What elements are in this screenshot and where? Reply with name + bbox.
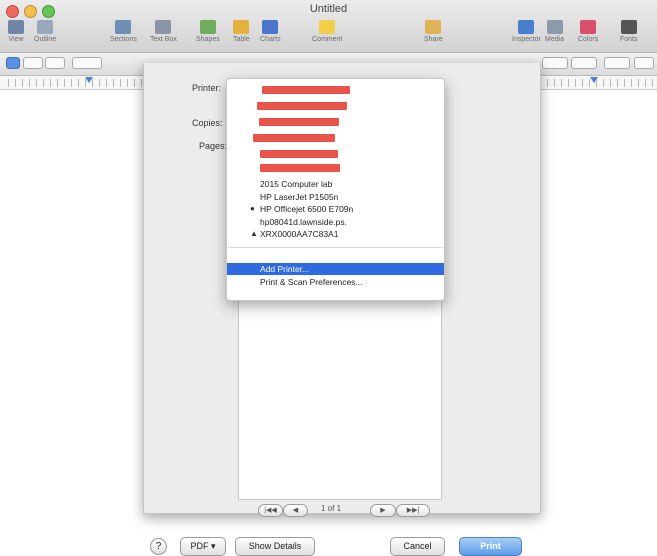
format-popup-right-4[interactable] [634,57,654,69]
comment-icon [319,20,336,34]
table-icon [233,20,250,34]
toolbar-button-view[interactable]: View [8,20,24,43]
printer-warning-icon: ▲ [250,229,258,238]
format-popup-right-3[interactable] [604,57,630,69]
fonts-icon [620,20,637,34]
show-details-button[interactable]: Show Details [235,537,315,556]
printer-menu-item[interactable]: ▲ XRX0000AA7C83A1 [227,228,444,240]
window-titlebar: Untitled View Outline Sections Text Box Shap… [0,0,657,53]
copies-label: Copies: [192,118,223,128]
toolbar-button-shapes[interactable]: Shapes [196,20,220,43]
printer-label: Printer: [192,83,222,93]
help-button[interactable]: ? [150,538,167,555]
toolbar-button-colors[interactable]: Colors [578,20,598,43]
view-icon [8,20,24,34]
toolbar-button-comment[interactable]: Comment [312,20,342,43]
toolbar-button-media[interactable]: Media [545,20,564,43]
toolbar-button-inspector[interactable]: Inspector [512,20,541,43]
font-popup[interactable] [72,57,102,69]
cancel-button[interactable]: Cancel [390,537,445,556]
charts-icon [262,20,279,34]
printer-popup-menu: 2015 Computer lab HP LaserJet P1505n ● HP O… [226,78,445,301]
left-margin-marker[interactable] [85,77,93,83]
window-title: Untitled [309,3,348,15]
share-icon [425,20,442,34]
menu-item-label: Add Printer... [260,264,310,274]
last-page-button[interactable]: ▶▶| [396,504,430,517]
redacted-printer-item[interactable] [259,118,339,126]
toolbar-label: Outline [34,36,57,43]
printer-menu-item[interactable]: hp08041d.lawnside.ps. [227,216,444,228]
toolbar-button-fonts[interactable]: Fonts [620,20,638,43]
printer-name: XRX0000AA7C83A1 [260,229,339,239]
first-page-button[interactable]: |◀◀ [258,504,283,517]
colors-icon [580,20,597,34]
toolbar-label: Shapes [196,36,220,43]
printer-menu-item[interactable]: 2015 Computer lab [227,178,444,190]
printer-name: hp08041d.lawnside.ps. [260,216,347,227]
toolbar-label: Share [424,36,443,43]
print-scan-preferences-menu-item[interactable]: Print & Scan Preferences... [227,276,444,288]
redacted-printer-item[interactable] [253,134,335,142]
printer-menu-item[interactable]: HP LaserJet P1505n [227,191,444,203]
printer-menu-item[interactable]: ● HP Officejet 6500 E709n [227,203,444,215]
toolbar-button-table[interactable]: Table [233,20,250,43]
toolbar-label: View [8,36,24,43]
textbox-icon [155,20,172,34]
toolbar-label: Colors [578,36,599,43]
toolbar-label: Fonts [620,36,638,43]
next-page-button[interactable]: ▶ [370,504,396,517]
toolbar-label: Text Box [150,36,177,43]
format-popup-right-1[interactable] [542,57,568,69]
shapes-icon [199,20,216,34]
default-printer-dot-icon: ● [250,204,255,213]
page-status: 1 of 1 [321,504,342,513]
pdf-menu-button[interactable]: PDF ▾ [180,537,226,556]
toolbar-label: Table [233,36,250,43]
redacted-printer-item[interactable] [262,86,350,94]
pages-label: Pages: [199,141,228,151]
printer-name: 2015 Computer lab [260,179,333,189]
toolbar-label: Inspector [512,36,541,43]
toolbar-button-outline[interactable]: Outline [34,20,56,43]
toolbar-label: Comment [312,36,343,43]
toolbar-button-sections[interactable]: Sections [110,20,137,43]
format-popup-2[interactable] [45,57,65,69]
toolbar-label: Charts [260,36,281,43]
inspector-icon [518,20,535,34]
format-popup-1[interactable] [23,57,43,69]
toolbar-button-text-box[interactable]: Text Box [150,20,177,43]
outline-icon [37,20,54,34]
sections-icon [115,20,132,34]
redacted-printer-item[interactable] [260,150,338,158]
toolbar-button-charts[interactable]: Charts [260,20,281,43]
toolbar-button-share[interactable]: Share [424,20,443,43]
redacted-printer-item[interactable] [260,164,340,172]
menu-item-label: Print & Scan Preferences... [260,277,363,287]
toolbar-label: Sections [110,36,137,43]
right-margin-marker[interactable] [590,77,598,83]
format-popup-right-2[interactable] [571,57,597,69]
previous-page-button[interactable]: ◀ [283,504,308,517]
add-printer-menu-item[interactable]: Add Printer... [227,263,444,275]
toolbar-label: Media [545,36,565,43]
redacted-printer-item[interactable] [257,102,347,110]
printer-name: HP Officejet 6500 E709n [260,204,354,214]
print-preview-page [238,277,442,500]
printer-name: HP LaserJet P1505n [260,191,339,202]
style-drawer-button[interactable] [6,57,20,69]
media-icon [546,20,563,34]
print-button[interactable]: Print [459,537,522,556]
menu-separator [228,247,443,248]
